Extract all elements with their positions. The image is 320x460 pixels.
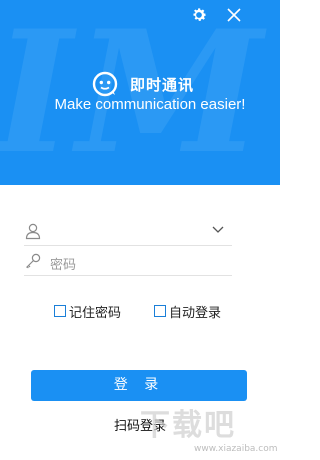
app-name: 即时通讯 [130, 75, 195, 94]
login-button[interactable]: 登 录 [31, 370, 247, 401]
auto-login-checkbox[interactable]: 自动登录 [154, 302, 221, 321]
app-logo: 即时通讯 [92, 71, 194, 97]
login-header: IM 即时通讯 Make communication easier! [0, 0, 280, 185]
user-icon [25, 223, 41, 240]
auto-login-label[interactable]: 自动登录 [169, 302, 221, 321]
close-icon[interactable] [226, 7, 242, 23]
account-field[interactable] [24, 219, 232, 246]
watermark: 下载吧 [140, 408, 236, 443]
password-field[interactable]: 密码 [24, 249, 232, 276]
key-icon [26, 253, 41, 269]
chevron-down-icon[interactable] [212, 226, 224, 234]
remember-password-label[interactable]: 记住密码 [69, 302, 121, 321]
password-input[interactable]: 密码 [50, 254, 76, 273]
remember-password-checkbox[interactable]: 记住密码 [54, 302, 121, 321]
chat-face-icon [92, 71, 118, 97]
gear-icon[interactable] [190, 6, 208, 24]
app-slogan: Make communication easier! [54, 96, 246, 113]
checkbox-box[interactable] [54, 305, 66, 317]
checkbox-box[interactable] [154, 305, 166, 317]
watermark-url: www.xiazaiba.com [194, 444, 278, 454]
